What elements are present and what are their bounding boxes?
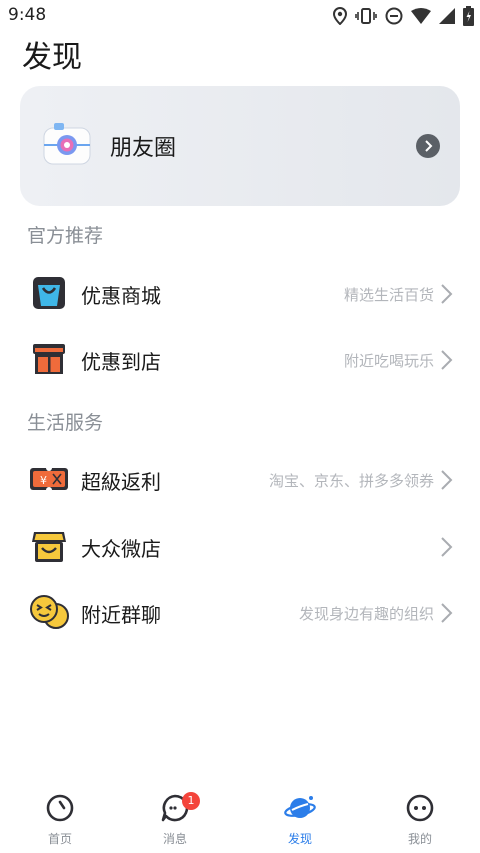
list-item-super-rebate[interactable]: ¥ 超級返利 淘宝、京东、拼多多领券	[0, 449, 480, 509]
planet-icon	[284, 796, 316, 818]
svg-text:¥: ¥	[40, 474, 47, 487]
battery-icon	[463, 6, 474, 26]
unread-badge: 1	[182, 792, 200, 810]
tab-label: 首页	[47, 832, 72, 846]
chevron-right-icon	[441, 350, 453, 370]
shopping-bag-icon	[33, 277, 65, 309]
chevron-right-icon	[441, 470, 453, 490]
list-item-discount-mall[interactable]: 优惠商城 精选生活百货	[0, 263, 480, 323]
list-item-micro-shop[interactable]: 大众微店	[0, 516, 480, 576]
tab-label: 发现	[287, 832, 312, 846]
vibrate-icon	[355, 8, 377, 24]
chevron-right-icon	[441, 284, 453, 304]
list-item-nearby-groups[interactable]: 附近群聊 发现身边有趣的组织	[0, 582, 480, 642]
tab-discover[interactable]: 发现	[260, 786, 340, 853]
list-item-label: 大众微店	[81, 537, 161, 561]
tab-messages[interactable]: 1 消息	[135, 786, 215, 853]
section-title-recommended: 官方推荐	[27, 225, 104, 247]
home-face-icon	[46, 794, 74, 822]
chevron-right-icon	[441, 537, 453, 557]
tab-profile[interactable]: 我的	[380, 786, 460, 853]
moments-label: 朋友圈	[110, 136, 177, 161]
list-item-label: 优惠商城	[81, 284, 161, 308]
status-bar: 9:48	[0, 0, 480, 32]
tab-home[interactable]: 首页	[20, 786, 100, 853]
do-not-disturb-icon	[385, 7, 403, 25]
chevron-right-icon	[441, 603, 453, 623]
group-chat-emoji-icon	[30, 595, 69, 629]
list-item-label: 超級返利	[81, 470, 161, 494]
list-item-desc: 附近吃喝玩乐	[343, 352, 434, 370]
tab-label: 我的	[407, 832, 432, 846]
list-item-desc: 淘宝、京东、拼多多领券	[268, 472, 434, 490]
list-item-desc: 精选生活百货	[343, 286, 434, 304]
list-item-desc: 发现身边有趣的组织	[298, 605, 434, 623]
page-title: 发现	[22, 40, 82, 75]
list-item-label: 附近群聊	[81, 603, 161, 627]
status-time: 9:48	[8, 5, 47, 25]
shop-awning-icon	[32, 532, 66, 562]
list-item-label: 优惠到店	[81, 350, 161, 374]
wifi-icon	[411, 8, 431, 24]
status-icons	[333, 5, 474, 27]
chevron-right-icon	[425, 140, 433, 152]
coupon-ticket-icon: ¥	[30, 465, 68, 493]
tab-label: 消息	[162, 832, 187, 846]
location-icon	[333, 7, 347, 25]
profile-face-icon	[406, 794, 434, 822]
signal-icon	[439, 8, 455, 24]
storefront-icon	[33, 344, 65, 374]
moments-card[interactable]: 朋友圈	[20, 86, 460, 206]
bottom-tab-bar: 首页 1 消息 发现 我的	[0, 786, 480, 853]
moments-arrow-button[interactable]	[416, 134, 440, 158]
section-title-life-services: 生活服务	[27, 412, 104, 434]
camera-icon	[43, 123, 91, 165]
list-item-discount-store[interactable]: 优惠到店 附近吃喝玩乐	[0, 329, 480, 389]
